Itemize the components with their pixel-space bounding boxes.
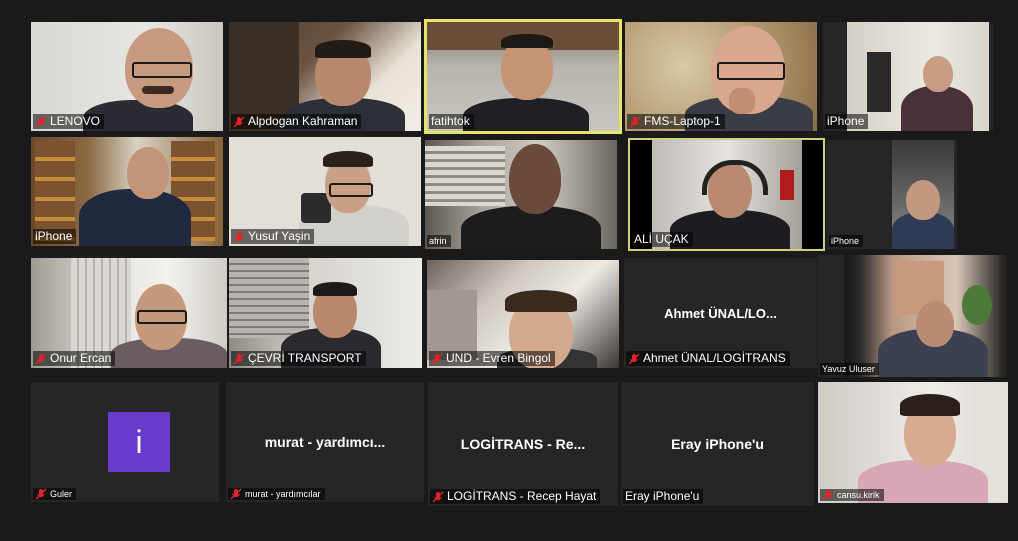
- video-tile-alpdogan-kahraman[interactable]: Alpdogan Kahraman: [229, 22, 421, 131]
- video-tile-onur-ercan[interactable]: Onur Ercan: [31, 258, 227, 368]
- video-tile-iphone-3[interactable]: iPhone: [827, 140, 957, 249]
- video-feed: [818, 382, 1008, 503]
- video-tile-cansu-kirik[interactable]: cansu.kirik: [818, 382, 1008, 503]
- video-tile-logitrans-recep-hayat[interactable]: LOGİTRANS - Re... LOGİTRANS - Recep Haya…: [428, 382, 618, 506]
- video-tile-afrin[interactable]: afrin: [425, 140, 617, 249]
- participant-display-name: murat - yardımcı...: [264, 434, 386, 450]
- video-tile-guler[interactable]: i Guler: [31, 382, 219, 502]
- participant-name-label: UND - Evren Bingol: [429, 351, 555, 366]
- muted-mic-icon: [822, 489, 834, 501]
- muted-mic-icon: [233, 116, 245, 127]
- participant-name-label: Onur Ercan: [33, 351, 116, 366]
- video-feed: [425, 140, 617, 249]
- video-tile-eray-iphone[interactable]: Eray iPhone'u Eray iPhone'u: [621, 382, 814, 506]
- participant-display-name: Eray iPhone'u: [671, 436, 764, 452]
- muted-mic-icon: [35, 353, 47, 364]
- participant-name-label: Yavuz Uluser: [820, 363, 879, 375]
- participant-name-label: ALİ UÇAK: [632, 232, 693, 247]
- avatar: i: [108, 412, 170, 472]
- participant-name-label: murat - yardımcılar: [228, 488, 325, 500]
- video-tile-yusuf-yasin[interactable]: Yusuf Yaşin: [229, 137, 421, 246]
- participant-name-label: Yusuf Yaşin: [231, 229, 315, 244]
- video-tile-fatihtok[interactable]: fatihtok: [424, 19, 622, 134]
- muted-mic-icon: [628, 353, 640, 364]
- muted-mic-icon: [629, 116, 641, 127]
- participant-name-label: FMS-Laptop-1: [627, 114, 725, 129]
- participant-name-label: LOGİTRANS - Recep Hayat: [430, 489, 601, 504]
- video-tile-yavuz-uluser[interactable]: Yavuz Uluser: [818, 255, 1006, 377]
- video-tile-und-evren-bingol[interactable]: UND - Evren Bingol: [427, 260, 619, 368]
- muted-mic-icon: [233, 231, 245, 242]
- participant-name-label: cansu.kirik: [820, 489, 884, 501]
- participant-name-label: iPhone: [825, 114, 869, 129]
- video-tile-iphone-2[interactable]: iPhone: [31, 137, 223, 246]
- participant-display-name: Ahmet ÜNAL/LO...: [664, 306, 777, 321]
- participant-display-name: LOGİTRANS - Re...: [460, 436, 586, 452]
- participant-name-label: LENOVO: [33, 114, 105, 129]
- video-tile-ali-ucak[interactable]: ALİ UÇAK: [628, 138, 825, 251]
- video-feed: [892, 140, 954, 249]
- video-tile-ahmet-unal[interactable]: Ahmet ÜNAL/LO... Ahmet ÜNAL/LOGİTRANS: [624, 258, 817, 368]
- muted-mic-icon: [230, 488, 242, 500]
- muted-mic-icon: [35, 488, 47, 500]
- video-tile-iphone-1[interactable]: iPhone: [823, 22, 993, 131]
- participant-name-label: ÇEVRİ TRANSPORT: [231, 351, 366, 366]
- participant-name-label: fatihtok: [429, 114, 474, 129]
- muted-mic-icon: [233, 353, 245, 364]
- participant-name-label: Guler: [33, 488, 77, 500]
- participant-name-label: iPhone: [829, 235, 864, 247]
- muted-mic-icon: [431, 353, 443, 364]
- video-feed: [844, 255, 1004, 377]
- muted-mic-icon: [432, 491, 444, 502]
- participant-name-label: iPhone: [33, 229, 77, 244]
- video-tile-fms-laptop-1[interactable]: FMS-Laptop-1: [625, 22, 817, 131]
- video-tile-lenovo[interactable]: LENOVO: [31, 22, 223, 131]
- participant-name-label: Eray iPhone'u: [623, 489, 704, 504]
- muted-mic-icon: [35, 116, 47, 127]
- participant-name-label: Ahmet ÜNAL/LOGİTRANS: [626, 351, 790, 366]
- participant-name-label: Alpdogan Kahraman: [231, 114, 362, 129]
- participant-name-label: afrin: [427, 235, 451, 247]
- video-tile-cevri-transport[interactable]: ÇEVRİ TRANSPORT: [229, 258, 422, 368]
- video-tile-murat-yardimcilar[interactable]: murat - yardımcı... murat - yardımcılar: [226, 382, 424, 502]
